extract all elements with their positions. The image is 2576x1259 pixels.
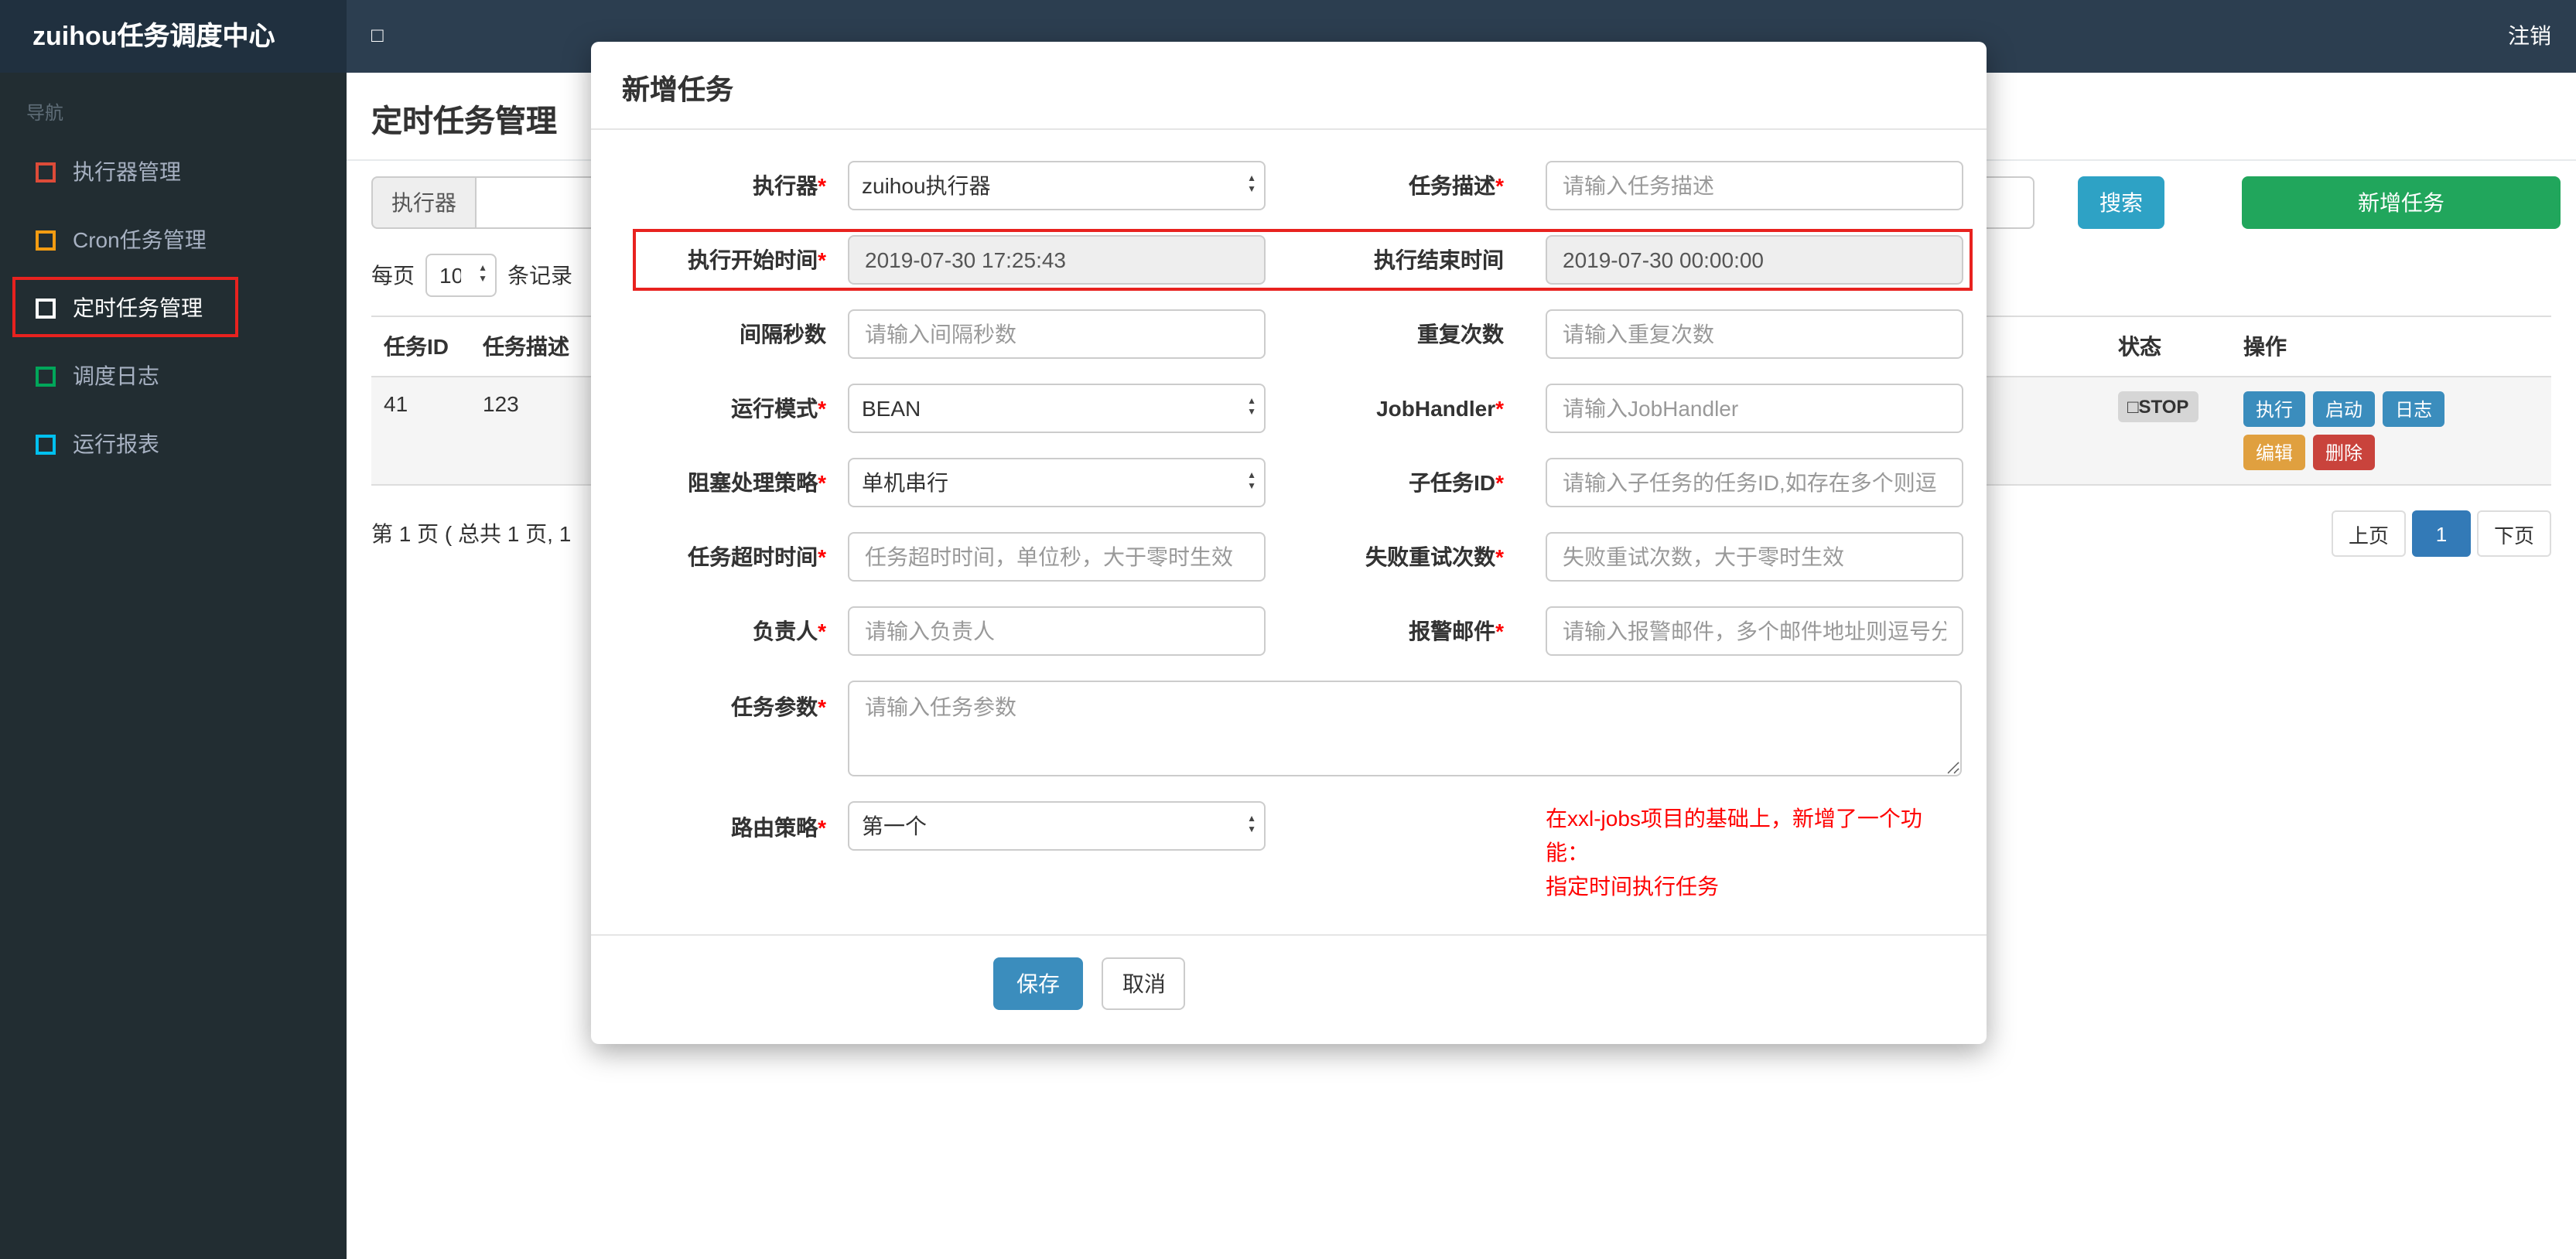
save-button[interactable]: 保存 xyxy=(993,957,1083,1010)
field-label-job-desc: 任务描述* xyxy=(1409,173,1504,198)
search-button[interactable]: 搜索 xyxy=(2078,176,2164,229)
start-time-input[interactable] xyxy=(848,235,1266,285)
execute-button[interactable]: 执行 xyxy=(2243,391,2306,427)
sidebar-item-executor-mgmt[interactable]: 执行器管理 xyxy=(0,138,347,206)
col-header-actions: 操作 xyxy=(2231,316,2551,377)
field-label-route-strategy: 路由策略* xyxy=(731,815,826,840)
field-label-end-time: 执行结束时间 xyxy=(1374,247,1504,272)
cancel-button[interactable]: 取消 xyxy=(1102,957,1186,1010)
sidebar-nav-label: 导航 xyxy=(26,102,64,124)
sidebar-item-timed-job-mgmt[interactable]: 定时任务管理 xyxy=(0,274,347,342)
run-mode-select-wrap: BEAN ▲ ▼ xyxy=(848,384,1266,433)
route-strategy-select-wrap: 第一个 ▲ ▼ xyxy=(848,801,1266,851)
interval-input[interactable] xyxy=(848,309,1266,359)
feature-note: 在xxl-jobs项目的基础上，新增了一个功能： 指定时间执行任务 xyxy=(1546,801,1962,903)
per-page-select[interactable]: 10 xyxy=(425,254,497,297)
end-time-input[interactable] xyxy=(1546,235,1963,285)
alarm-email-input[interactable] xyxy=(1546,606,1963,656)
col-header-status: 状态 xyxy=(2106,316,2231,377)
field-label-repeat: 重复次数 xyxy=(1417,322,1504,346)
brand-title: zuihou任务调度中心 xyxy=(0,0,347,73)
executor-filter-label: 执行器 xyxy=(371,176,477,229)
app-root: zuihou任务调度中心 □ 注销 导航 执行器管理 Cron任务管理 定时任务… xyxy=(0,0,2576,1259)
sidebar-item-label: Cron任务管理 xyxy=(73,227,207,252)
edit-button[interactable]: 编辑 xyxy=(2243,435,2306,470)
feature-note-line2: 指定时间执行任务 xyxy=(1546,874,1719,899)
page-1-button[interactable]: 1 xyxy=(2411,510,2471,557)
run-mode-select[interactable]: BEAN xyxy=(848,384,1266,433)
sidebar-item-run-report[interactable]: 运行报表 xyxy=(0,410,347,478)
executor-select-wrap: zuihou执行器 ▲ ▼ xyxy=(848,161,1266,210)
route-strategy-select[interactable]: 第一个 xyxy=(848,801,1266,851)
modal-title: 新增任务 xyxy=(591,42,1987,130)
square-outline-icon xyxy=(36,230,56,250)
stop-icon: □ xyxy=(2127,396,2139,418)
field-label-timeout: 任务超时时间* xyxy=(688,544,826,569)
feature-note-line1: 在xxl-jobs项目的基础上，新增了一个功能： xyxy=(1546,806,1922,865)
job-desc-input[interactable] xyxy=(1546,161,1963,210)
cell-status: □STOP xyxy=(2106,377,2231,486)
log-button[interactable]: 日志 xyxy=(2383,391,2445,427)
next-page-button[interactable]: 下页 xyxy=(2476,510,2551,557)
logout-link[interactable]: 注销 xyxy=(2508,0,2551,73)
timeout-input[interactable] xyxy=(848,532,1266,582)
job-handler-input[interactable] xyxy=(1546,384,1963,433)
cell-job-id: 41 xyxy=(371,377,470,486)
modal-footer: 保存 取消 xyxy=(616,936,1962,1044)
cell-actions: 执行 启动 日志 编辑 删除 xyxy=(2231,377,2551,486)
field-label-job-handler: JobHandler* xyxy=(1376,396,1504,421)
col-header-job-id: 任务ID xyxy=(371,316,470,377)
sidebar-item-label: 定时任务管理 xyxy=(73,295,203,320)
field-label-alarm-email: 报警邮件* xyxy=(1409,619,1504,643)
sidebar-menu: 执行器管理 Cron任务管理 定时任务管理 调度日志 运行报表 xyxy=(0,138,347,478)
pagination-summary: 第 1 页 ( 总共 1 页, 1 xyxy=(371,521,572,546)
prev-page-button[interactable]: 上页 xyxy=(2331,510,2406,557)
sidebar-item-label: 执行器管理 xyxy=(73,159,181,184)
pagination: 上页 1 下页 xyxy=(2331,510,2551,557)
sidebar-item-dispatch-log[interactable]: 调度日志 xyxy=(0,342,347,410)
block-strategy-select[interactable]: 单机串行 xyxy=(848,458,1266,507)
owner-input[interactable] xyxy=(848,606,1266,656)
square-outline-icon xyxy=(36,366,56,386)
field-label-start-time: 执行开始时间* xyxy=(688,247,826,272)
add-job-modal: 新增任务 执行器* zuihou执行器 ▲▼ 任务描述* 执行开始时间* 执行结… xyxy=(591,42,1987,1044)
sidebar-item-label: 调度日志 xyxy=(73,363,159,388)
job-param-textarea[interactable] xyxy=(848,681,1962,776)
field-label-run-mode: 运行模式* xyxy=(731,396,826,421)
repeat-input[interactable] xyxy=(1546,309,1963,359)
start-button[interactable]: 启动 xyxy=(2313,391,2376,427)
square-outline-icon xyxy=(36,434,56,454)
field-label-interval: 间隔秒数 xyxy=(740,322,826,346)
sidebar-toggle-icon[interactable]: □ xyxy=(371,0,384,73)
field-label-child-job-id: 子任务ID* xyxy=(1409,470,1504,495)
delete-button[interactable]: 删除 xyxy=(2313,435,2376,470)
field-label-job-param: 任务参数* xyxy=(731,694,826,719)
field-label-block-strategy: 阻塞处理策略* xyxy=(688,470,826,495)
sidebar-item-cron-job-mgmt[interactable]: Cron任务管理 xyxy=(0,206,347,274)
status-badge: □STOP xyxy=(2118,391,2198,422)
sidebar: 导航 执行器管理 Cron任务管理 定时任务管理 调度日志 运行报表 xyxy=(0,73,347,1259)
square-outline-icon xyxy=(36,162,56,182)
per-page-select-wrap: 10 ▲ ▼ xyxy=(425,254,497,297)
add-job-button[interactable]: 新增任务 xyxy=(2242,176,2561,229)
executor-select[interactable]: zuihou执行器 xyxy=(848,161,1266,210)
child-job-id-input[interactable] xyxy=(1546,458,1963,507)
per-page-prefix: 每页 xyxy=(371,263,415,288)
fail-retry-input[interactable] xyxy=(1546,532,1963,582)
square-outline-icon xyxy=(36,298,56,318)
field-label-fail-retry: 失败重试次数* xyxy=(1365,544,1504,569)
field-label-executor: 执行器* xyxy=(753,173,826,198)
block-strategy-select-wrap: 单机串行 ▲ ▼ xyxy=(848,458,1266,507)
field-label-owner: 负责人* xyxy=(753,619,826,643)
modal-body: 执行器* zuihou执行器 ▲▼ 任务描述* 执行开始时间* 执行结束时间 间… xyxy=(591,130,1987,1044)
sidebar-item-label: 运行报表 xyxy=(73,432,159,456)
per-page-suffix: 条记录 xyxy=(507,263,572,288)
